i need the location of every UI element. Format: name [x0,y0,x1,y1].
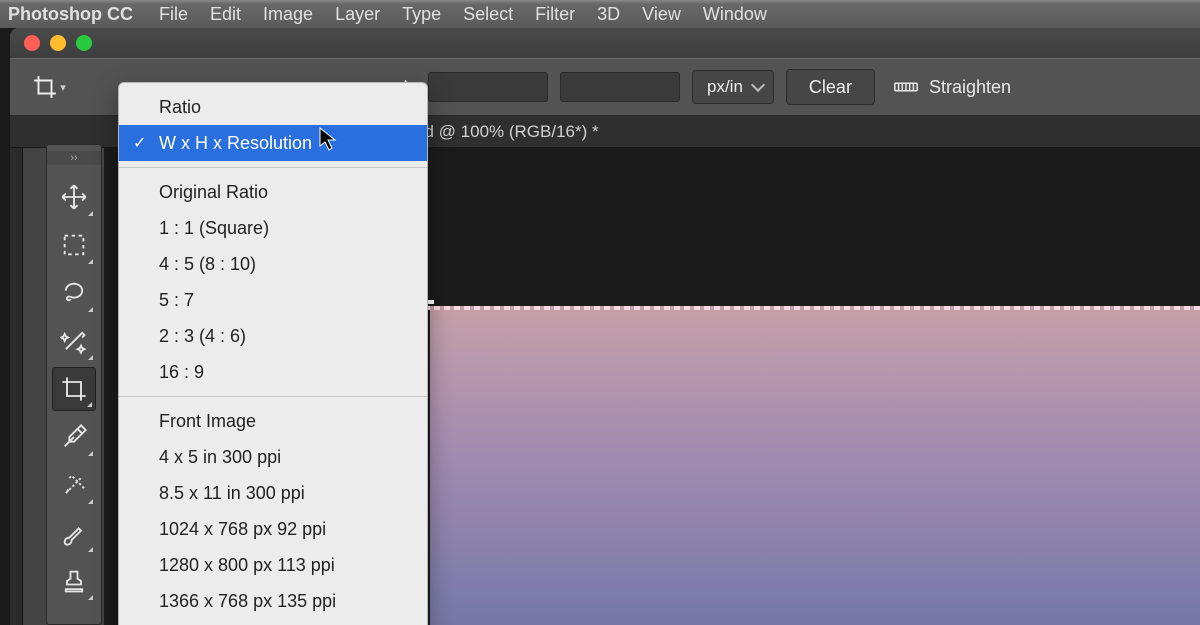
crop-width-input[interactable] [428,72,548,102]
preset-1-1[interactable]: 1 : 1 (Square) [119,210,427,246]
preset-1280x800[interactable]: 1280 x 800 px 113 ppi [119,547,427,583]
crop-height-input[interactable] [560,72,680,102]
straighten-icon [893,77,919,97]
preset-5-7[interactable]: 5 : 7 [119,282,427,318]
marquee-tool[interactable] [52,223,96,267]
crop-marquee-top [424,306,1200,310]
menu-edit[interactable]: Edit [210,4,241,25]
move-tool[interactable] [52,175,96,219]
preset-4x5-300[interactable]: 4 x 5 in 300 ppi [119,439,427,475]
menu-view[interactable]: View [642,4,681,25]
menu-select[interactable]: Select [463,4,513,25]
crop-tool-icon [32,74,58,100]
menu-3d[interactable]: 3D [597,4,620,25]
menu-filter[interactable]: Filter [535,4,575,25]
preset-85x11-300[interactable]: 8.5 x 11 in 300 ppi [119,475,427,511]
brush-tool[interactable] [52,511,96,555]
menu-file[interactable]: File [159,4,188,25]
preset-16-9[interactable]: 16 : 9 [119,354,427,390]
clear-button[interactable]: Clear [786,69,875,105]
preset-4-5[interactable]: 4 : 5 (8 : 10) [119,246,427,282]
magic-wand-tool[interactable] [52,319,96,363]
eyedropper-tool[interactable] [52,415,96,459]
crop-preset-dropdown[interactable]: Ratio ✓W x H x Resolution Original Ratio… [118,82,428,625]
preset-1366x768[interactable]: 1366 x 768 px 135 ppi [119,583,427,619]
toolbar-expand-handle[interactable]: ›› [47,151,101,165]
tools-panel: ›› [46,144,102,625]
preset-ratio[interactable]: Ratio [119,89,427,125]
chevron-down-icon: ▾ [60,81,66,94]
stamp-tool[interactable] [52,559,96,603]
tool-preset-picker[interactable]: ▾ [26,68,72,106]
straighten-button[interactable]: Straighten [893,77,1011,98]
crop-tool[interactable] [52,367,96,411]
preset-original-ratio[interactable]: Original Ratio [119,174,427,210]
collapsed-panel-dock[interactable] [10,148,23,625]
check-icon: ✓ [133,130,146,158]
preset-1024x768[interactable]: 1024 x 768 px 92 ppi [119,511,427,547]
photoshop-window: ▾ px/in Clear Straighten × sd @ 100% (RG… [10,28,1200,625]
resolution-unit-select[interactable]: px/in [692,70,774,104]
menu-separator [119,167,427,168]
menu-layer[interactable]: Layer [335,4,380,25]
zoom-window-button[interactable] [76,35,92,51]
preset-front-image[interactable]: Front Image [119,403,427,439]
menu-window[interactable]: Window [703,4,767,25]
document-canvas[interactable] [430,306,1200,625]
preset-2-3[interactable]: 2 : 3 (4 : 6) [119,318,427,354]
resolution-unit-label: px/in [707,77,743,97]
mac-menubar: Photoshop CC File Edit Image Layer Type … [0,0,1200,28]
document-tab-title[interactable]: sd @ 100% (RGB/16*) * [416,122,599,142]
menu-type[interactable]: Type [402,4,441,25]
minimize-window-button[interactable] [50,35,66,51]
menu-separator [119,396,427,397]
lasso-tool[interactable] [52,271,96,315]
healing-brush-tool[interactable] [52,463,96,507]
close-window-button[interactable] [24,35,40,51]
menu-image[interactable]: Image [263,4,313,25]
app-name: Photoshop CC [8,4,133,25]
window-titlebar [10,28,1200,58]
preset-wxh-resolution[interactable]: ✓W x H x Resolution [119,125,427,161]
